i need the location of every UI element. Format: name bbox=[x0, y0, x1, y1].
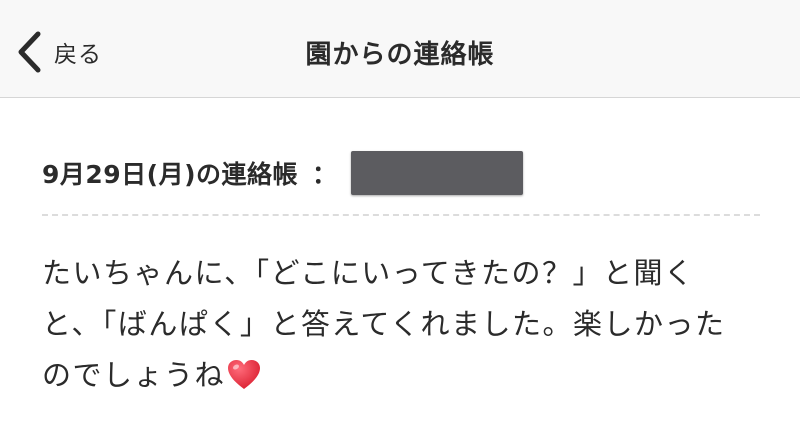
red-heart-icon bbox=[227, 356, 261, 407]
entry-date-label: 9月29日(月)の連絡帳 bbox=[42, 160, 299, 189]
message-line: たいちゃんに、「どこにいってきたの？」と聞く bbox=[42, 256, 695, 290]
message-line-last: のでしょうね bbox=[42, 350, 762, 407]
navigation-bar: 戻る 園からの連絡帳 bbox=[0, 0, 800, 98]
redacted-name-block bbox=[351, 151, 524, 195]
entry-separator: ： bbox=[312, 160, 338, 189]
message-line: と、「ばんぱく」と答えてくれました。楽しかった bbox=[42, 307, 726, 341]
entry-header: 9月29日(月)の連絡帳 ： bbox=[42, 150, 524, 196]
content-area: 9月29日(月)の連絡帳 ： たいちゃんに、「どこにいってきたの？」と聞く と、… bbox=[0, 98, 800, 432]
divider bbox=[42, 214, 760, 216]
message-body: たいちゃんに、「どこにいってきたの？」と聞く と、「ばんぱく」と答えてくれました… bbox=[42, 248, 762, 407]
page-title: 園からの連絡帳 bbox=[305, 40, 495, 70]
message-line-text: のでしょうね bbox=[42, 358, 226, 392]
